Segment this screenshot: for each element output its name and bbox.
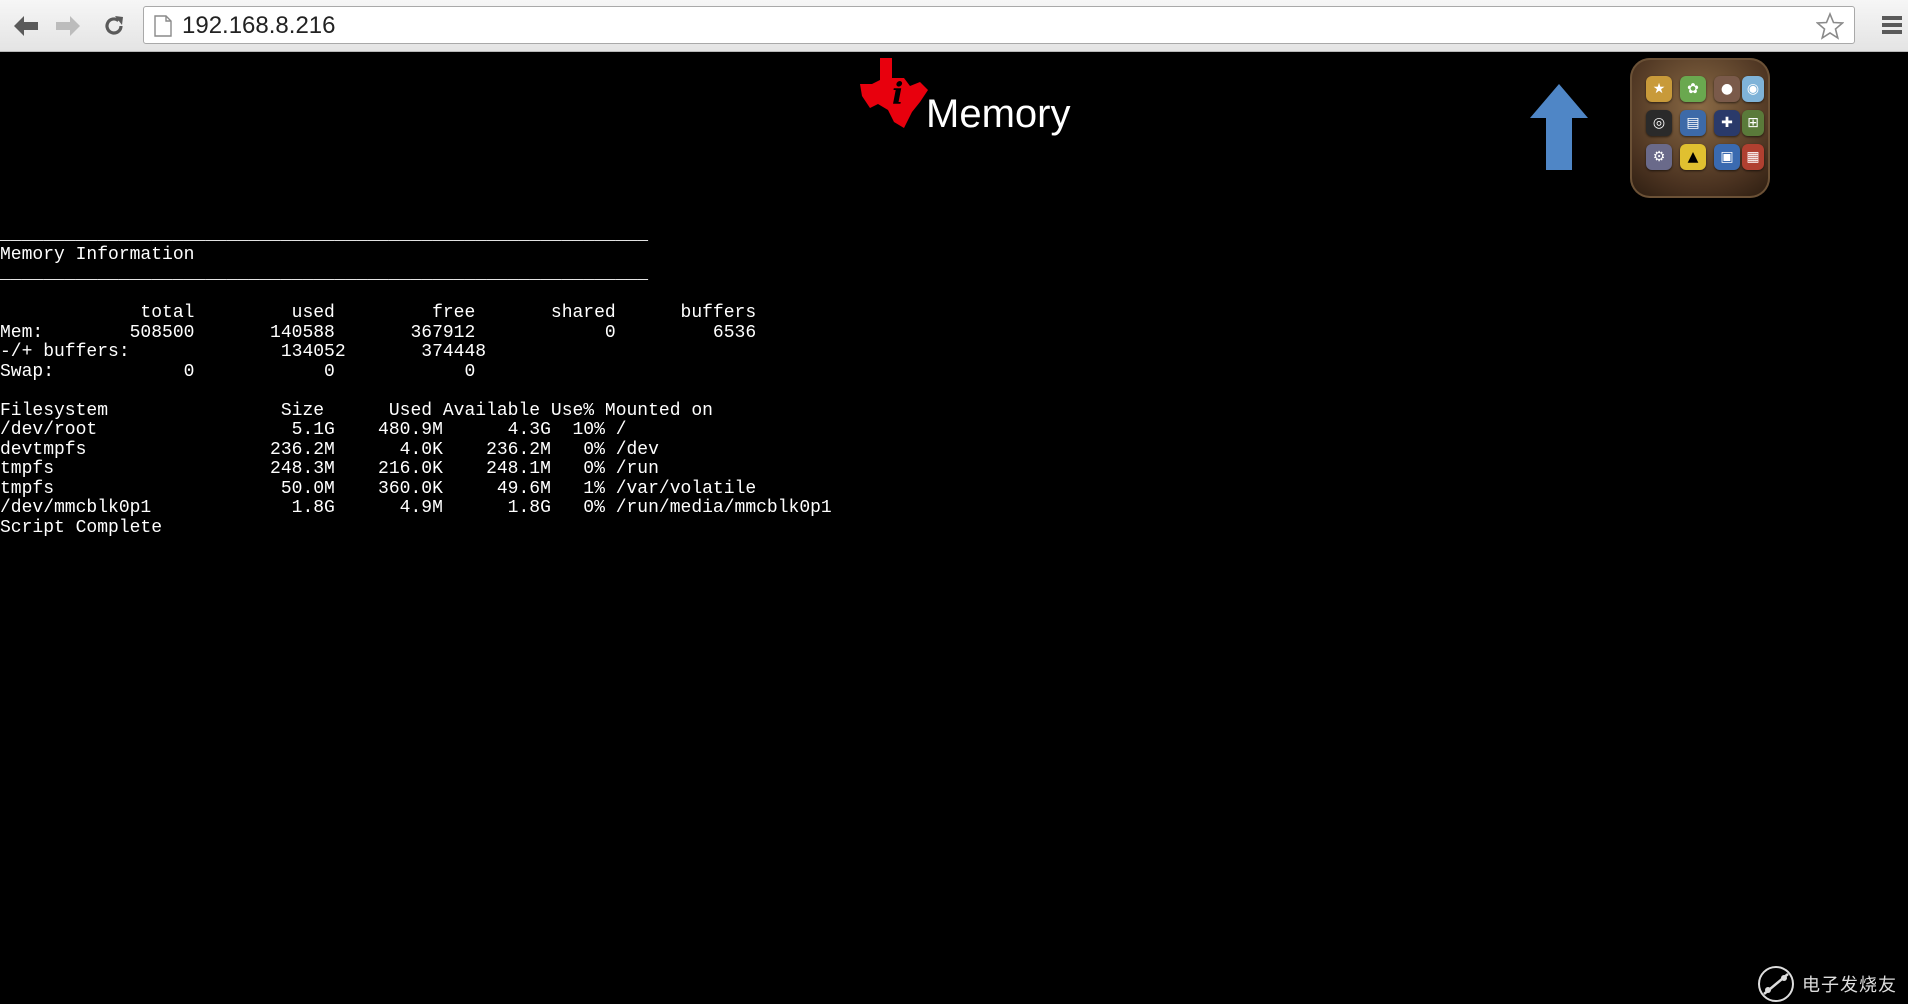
page-icon [154, 15, 172, 37]
address-bar[interactable]: 192.168.8.216 [143, 6, 1855, 44]
terminal-line: Memory Information [0, 244, 195, 265]
terminal-line: /dev/mmcblk0p1 1.8G 4.9M 1.8G 0% /run/me… [0, 498, 832, 518]
terminal-line: Swap: 0 0 0 [0, 361, 476, 382]
watermark-logo-icon [1758, 966, 1794, 1002]
browser-toolbar: 192.168.8.216 [0, 0, 1908, 52]
terminal-line: Script Complete [0, 517, 163, 538]
app-icon: ★ [1646, 76, 1672, 102]
page-title: Memory [926, 92, 1071, 136]
reload-icon [105, 16, 123, 35]
up-arrow-icon[interactable] [1528, 82, 1590, 172]
terminal-line: -/+ buffers: 134052 374448 [0, 342, 487, 362]
hamburger-menu-icon[interactable] [1880, 13, 1904, 37]
terminal-output: ________________________________________… [0, 225, 832, 538]
terminal-line: Mem: 508500 140588 367912 0 6536 [0, 322, 757, 343]
texas-instruments-logo: i [860, 58, 928, 128]
app-icon: ◉ [1742, 76, 1764, 102]
arrow-right-icon [56, 16, 80, 36]
app-icon: ◎ [1646, 110, 1672, 136]
terminal-line: ________________________________________… [0, 225, 649, 245]
reload-button[interactable] [96, 8, 132, 44]
watermark-text: 电子发烧友 [1802, 975, 1897, 996]
watermark: 电子发烧友 [1756, 964, 1897, 1004]
terminal-line: tmpfs 50.0M 360.0K 49.6M 1% /var/volatil… [0, 478, 757, 499]
terminal-line: tmpfs 248.3M 216.0K 248.1M 0% /run [0, 459, 659, 479]
page-content: i Memory ★ ✿ ● ◉ ◎ ▤ ✚ ⊞ ⚙ ▲ ▣ ▦ _______… [0, 52, 1908, 1002]
svg-text:i: i [892, 77, 903, 112]
arrow-left-icon [14, 16, 38, 36]
app-icon: ▤ [1680, 110, 1706, 136]
url-text[interactable]: 192.168.8.216 [182, 13, 335, 39]
app-folder-icon[interactable]: ★ ✿ ● ◉ ◎ ▤ ✚ ⊞ ⚙ ▲ ▣ ▦ [1630, 58, 1770, 198]
terminal-line: devtmpfs 236.2M 4.0K 236.2M 0% /dev [0, 439, 659, 460]
terminal-line: ________________________________________… [0, 264, 649, 284]
app-icon: ▣ [1714, 144, 1740, 170]
terminal-line: total used free shared buffers [0, 303, 757, 323]
terminal-line: /dev/root 5.1G 480.9M 4.3G 10% / [0, 420, 627, 440]
app-icon: ✚ [1714, 110, 1740, 136]
forward-button[interactable] [50, 8, 86, 44]
back-button[interactable] [8, 8, 44, 44]
app-icon: ⚙ [1646, 144, 1672, 170]
app-icon: ● [1714, 76, 1740, 102]
terminal-line: Filesystem Size Used Available Use% Moun… [0, 400, 713, 421]
star-icon[interactable] [1816, 12, 1844, 40]
app-icon: ✿ [1680, 76, 1706, 102]
app-icon: ⊞ [1742, 110, 1764, 136]
app-icon: ▲ [1680, 144, 1706, 170]
app-icon: ▦ [1742, 144, 1764, 170]
